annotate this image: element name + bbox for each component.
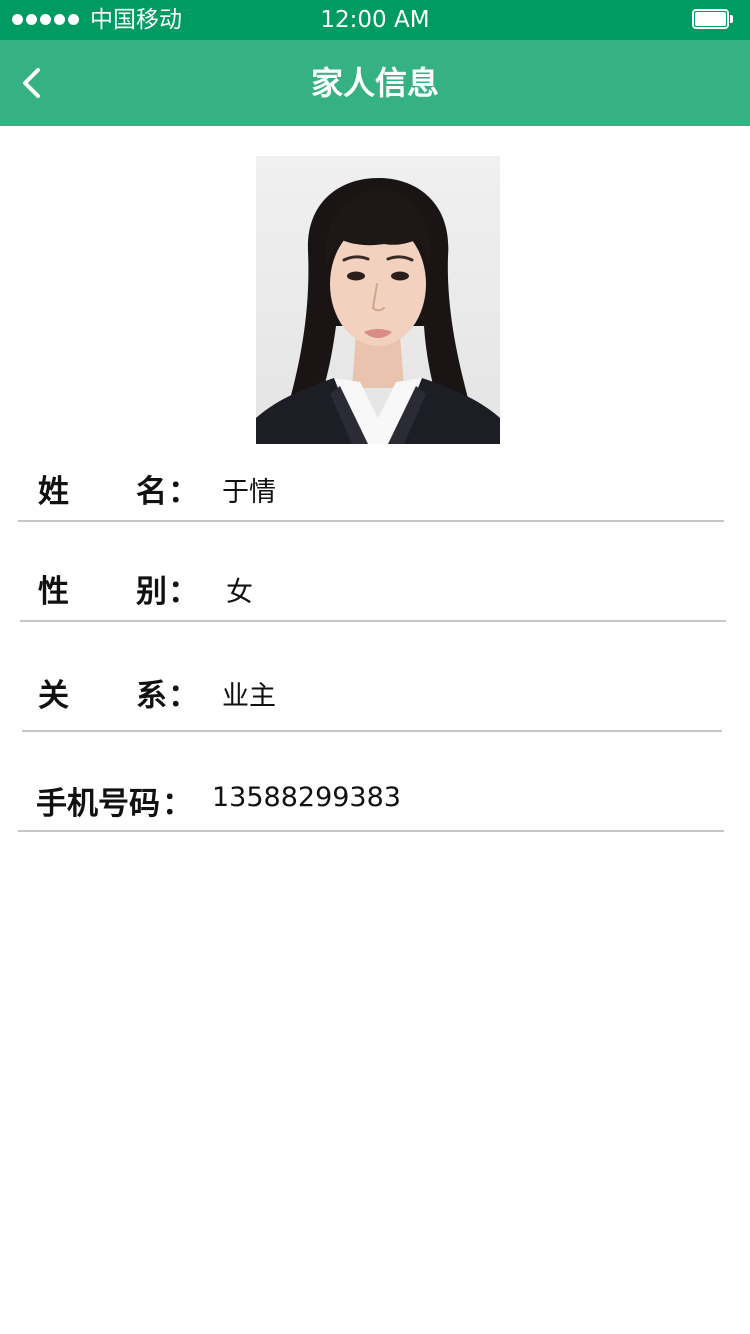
- field-row-name: 姓 名 ： 于情: [0, 462, 750, 522]
- battery-icon: [692, 9, 733, 29]
- status-time: 12:00 AM: [320, 7, 430, 33]
- field-label-char: 别: [136, 574, 167, 610]
- field-label-char: 系: [136, 678, 167, 714]
- field-label-colon: ：: [168, 574, 199, 610]
- field-value-phone: 13588299383: [212, 782, 401, 813]
- field-label-char: 关: [38, 678, 69, 714]
- field-row-relation: 关 系 ： 业主: [0, 666, 750, 726]
- field-value-gender: 女: [226, 577, 253, 608]
- divider: [18, 830, 724, 832]
- status-bar: 中国移动 12:00 AM: [0, 0, 750, 40]
- field-value-name: 于情: [222, 477, 276, 508]
- divider: [22, 730, 722, 732]
- field-label-text: 手机号码: [36, 786, 160, 822]
- field-label-char: 名: [136, 474, 167, 510]
- divider: [20, 620, 726, 622]
- divider: [18, 520, 724, 522]
- field-label-char: 姓: [38, 474, 69, 510]
- field-label-colon: ：: [168, 474, 199, 510]
- field-label: 手机号码 ：: [36, 778, 206, 822]
- field-label-colon: ：: [168, 678, 199, 714]
- field-label-char: 性: [38, 574, 69, 610]
- field-value-relation: 业主: [222, 681, 276, 712]
- nav-bar: 家人信息: [0, 40, 750, 126]
- field-label: 性 别 ：: [38, 566, 199, 610]
- field-label: 姓 名 ：: [38, 466, 199, 510]
- field-row-phone: 手机号码 ： 13588299383: [0, 774, 750, 834]
- field-label-colon: ：: [162, 786, 193, 822]
- field-row-gender: 性 别 ： 女: [0, 562, 750, 622]
- member-photo: [256, 156, 500, 444]
- field-label: 关 系 ：: [38, 670, 199, 714]
- page-title: 家人信息: [310, 64, 439, 102]
